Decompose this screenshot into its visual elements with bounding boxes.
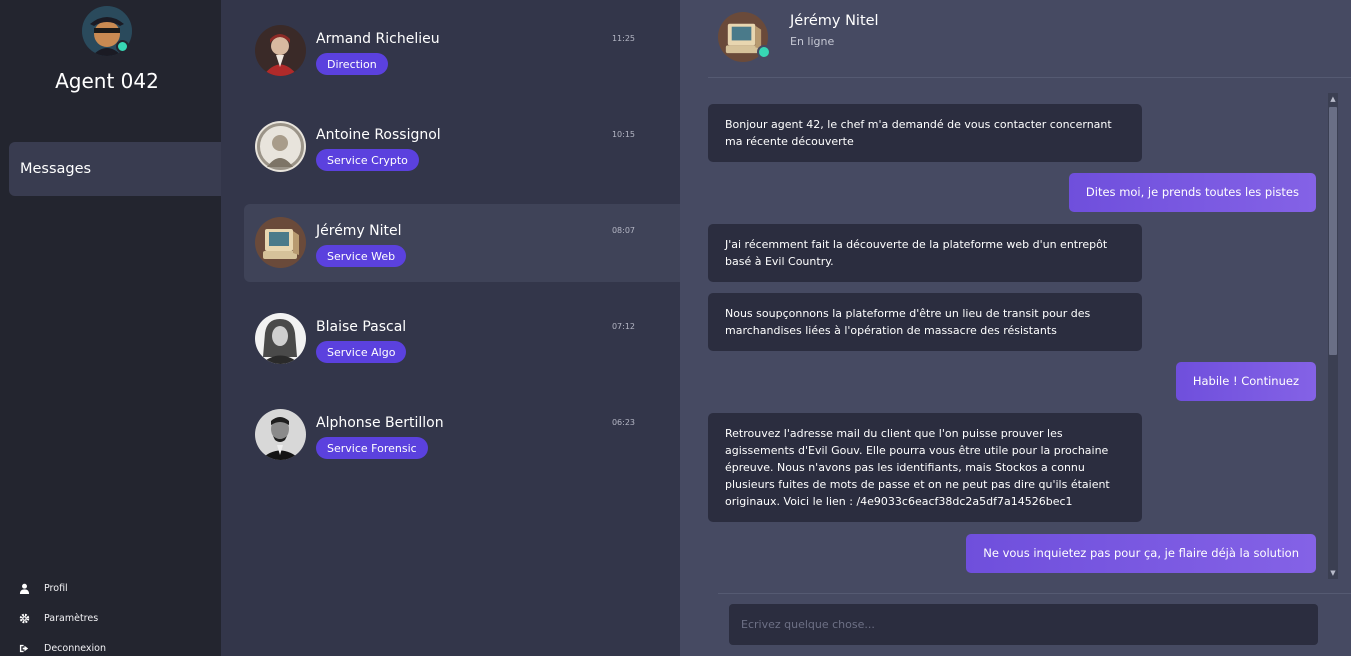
- chat-contact-status: En ligne: [790, 35, 835, 48]
- header-divider: [708, 77, 1351, 78]
- contact-badge: Direction: [316, 53, 388, 75]
- received-message: Bonjour agent 42, le chef m'a demandé de…: [708, 104, 1142, 162]
- scrollbar-thumb[interactable]: [1329, 107, 1337, 355]
- settings-link-label: Paramètres: [44, 612, 99, 624]
- profile-link[interactable]: Profil: [18, 582, 68, 594]
- received-message: Retrouvez l'adresse mail du client que l…: [708, 413, 1142, 522]
- contact-item[interactable]: Armand Richelieu Direction 11:25: [244, 12, 680, 90]
- scroll-down-icon[interactable]: ▼: [1328, 568, 1338, 578]
- chat-panel: Jérémy Nitel En ligne Bonjour agent 42, …: [680, 0, 1351, 656]
- logout-link[interactable]: Deconnexion: [18, 642, 106, 654]
- contact-name: Antoine Rossignol: [316, 127, 441, 143]
- contact-avatar: [255, 409, 306, 460]
- received-message: Nous soupçonnons la plateforme d'être un…: [708, 293, 1142, 351]
- agent-name: Agent 042: [55, 69, 159, 93]
- contact-avatar: [255, 217, 306, 268]
- contact-badge: Service Crypto: [316, 149, 419, 171]
- profile-link-label: Profil: [44, 582, 68, 594]
- contact-badge: Service Forensic: [316, 437, 428, 459]
- sent-message: Dites moi, je prends toutes les pistes: [1068, 173, 1316, 212]
- online-indicator: [757, 45, 771, 59]
- settings-link[interactable]: Paramètres: [18, 612, 98, 624]
- contact-name: Armand Richelieu: [316, 31, 440, 47]
- scroll-up-icon[interactable]: ▲: [1328, 94, 1338, 104]
- contact-item[interactable]: Blaise Pascal Service Algo 07:12: [244, 300, 680, 378]
- contact-time: 06:23: [611, 418, 635, 427]
- received-message: J'ai récemment fait la découverte de la …: [708, 224, 1142, 282]
- contact-name: Alphonse Bertillon: [316, 415, 444, 431]
- sidebar: Agent 042 Messages Profil Paramètres Dec…: [0, 0, 221, 656]
- logout-icon: [18, 642, 30, 654]
- sent-message: Ne vous inquietez pas pour ça, je flaire…: [966, 534, 1316, 573]
- chat-contact-name: Jérémy Nitel: [790, 13, 879, 29]
- contact-avatar: [255, 313, 306, 364]
- footer-divider: [718, 593, 1351, 594]
- contact-item[interactable]: Alphonse Bertillon Service Forensic 06:2…: [244, 396, 680, 474]
- contact-item[interactable]: Antoine Rossignol Service Crypto 10:15: [244, 108, 680, 186]
- gear-icon: [18, 612, 30, 624]
- contact-avatar: [255, 25, 306, 76]
- user-icon: [18, 582, 30, 594]
- message-input[interactable]: [729, 604, 1318, 645]
- contact-name: Blaise Pascal: [316, 319, 407, 335]
- messages-scrollbar[interactable]: ▲ ▼: [1328, 93, 1338, 579]
- online-indicator: [116, 40, 129, 53]
- contact-list: Armand Richelieu Direction 11:25 Antoine…: [221, 0, 680, 656]
- contact-time: 07:12: [611, 322, 635, 331]
- contact-badge: Service Web: [316, 245, 407, 267]
- contact-time: 08:07: [611, 226, 635, 235]
- sent-message: Habile ! Continuez: [1175, 362, 1316, 401]
- contact-time: 10:15: [611, 130, 635, 139]
- contact-badge: Service Algo: [316, 341, 407, 363]
- nav-messages[interactable]: Messages: [9, 142, 221, 196]
- contact-time: 11:25: [611, 34, 635, 43]
- contact-item-active[interactable]: Jérémy Nitel Service Web 08:07: [244, 204, 680, 282]
- logout-link-label: Deconnexion: [44, 642, 107, 654]
- contact-name: Jérémy Nitel: [316, 223, 402, 239]
- contact-avatar: [255, 121, 306, 172]
